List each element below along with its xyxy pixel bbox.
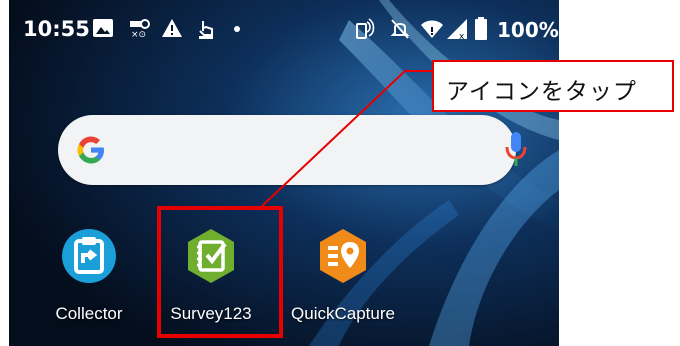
clock: 10:55 xyxy=(23,17,90,41)
microphone-icon[interactable] xyxy=(505,130,527,168)
app-label: QuickCapture xyxy=(291,304,395,323)
signal-icon: x xyxy=(447,19,467,40)
highlight-frame xyxy=(157,206,283,338)
voicemail-icon: ×⊙ xyxy=(130,19,150,38)
mute-icon xyxy=(390,19,410,39)
status-bar: 10:55 ×⊙ x 100% xyxy=(9,0,559,62)
wifi-icon xyxy=(421,20,443,38)
gallery-icon xyxy=(93,19,113,37)
app-quickcapture[interactable]: QuickCapture xyxy=(289,228,397,328)
battery-icon xyxy=(475,17,487,40)
dot-icon xyxy=(234,26,240,32)
svg-text:x: x xyxy=(459,32,465,40)
callout-box: アイコンをタップ xyxy=(432,60,674,112)
app-label: Collector xyxy=(55,304,123,323)
warning-icon xyxy=(162,19,182,37)
svg-text:×⊙: ×⊙ xyxy=(131,30,146,38)
google-g-icon xyxy=(77,136,104,164)
google-search-bar[interactable] xyxy=(58,115,527,185)
callout-text: アイコンをタップ xyxy=(446,79,637,105)
phone-home-screen: 10:55 ×⊙ x 100% Collector Survey123 Quic… xyxy=(9,0,559,346)
location-list-icon xyxy=(320,229,366,283)
clipboard-icon xyxy=(62,229,116,283)
app-collector[interactable]: Collector xyxy=(35,228,143,328)
nfc-icon xyxy=(356,18,375,39)
battery-percentage: 100% xyxy=(497,18,559,42)
touch-icon xyxy=(199,21,213,39)
